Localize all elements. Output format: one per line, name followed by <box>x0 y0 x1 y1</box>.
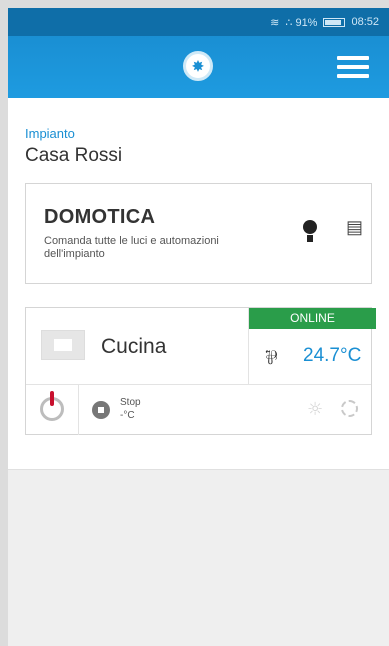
zone-controls: Stop -°C ☼ <box>26 385 371 435</box>
status-bar: ≋ ∴ 91% 08:52 <box>8 8 389 36</box>
logo-icon: ✸ <box>183 51 213 81</box>
hamburger-menu-icon[interactable] <box>337 56 369 78</box>
zone-name: Cucina <box>101 335 167 358</box>
temperature-value: 24.7°C <box>303 345 362 366</box>
phone-screen: ≋ ∴ 91% 08:52 ✸ Impianto Casa Rossi DOMO… <box>8 8 389 646</box>
zone-header: Cucina ONLINE ⅌ 24.7°C <box>26 308 376 385</box>
battery-icon <box>323 17 346 27</box>
zone-card[interactable]: Cucina ONLINE ⅌ 24.7°C Stop -°C ☼ <box>25 307 376 435</box>
power-icon[interactable] <box>40 391 64 421</box>
plant-name: Casa Rossi <box>25 145 123 166</box>
shutter-icon: ▤ <box>346 217 364 237</box>
signal-battery-text: ∴ 91% <box>285 16 318 29</box>
status-badge: ONLINE <box>249 308 376 329</box>
wifi-icon: ≋ <box>270 16 280 29</box>
domotica-title: DOMOTICA <box>44 206 156 228</box>
clock: 08:52 <box>351 16 379 28</box>
control-divider <box>78 385 79 435</box>
lightbulb-icon <box>303 220 317 244</box>
setpoint-value: -°C <box>120 410 135 421</box>
zone-thumbnail <box>41 330 85 360</box>
stop-icon[interactable] <box>92 401 110 419</box>
radiator-icon: ⅌ <box>265 347 278 369</box>
domotica-card[interactable]: DOMOTICA Comanda tutte le luci e automaz… <box>25 183 372 284</box>
mode-info: Stop -°C <box>120 396 141 422</box>
mode-label: Stop <box>120 397 141 408</box>
domotica-subtitle: Comanda tutte le luci e automazioni dell… <box>44 235 219 260</box>
sun-icon[interactable]: ☼ <box>307 399 323 420</box>
plant-label: Impianto <box>25 126 75 141</box>
app-bar: ✸ <box>8 36 389 98</box>
plant-panel: Impianto Casa Rossi DOMOTICA Comanda tut… <box>8 98 389 470</box>
loading-icon[interactable] <box>341 400 358 417</box>
